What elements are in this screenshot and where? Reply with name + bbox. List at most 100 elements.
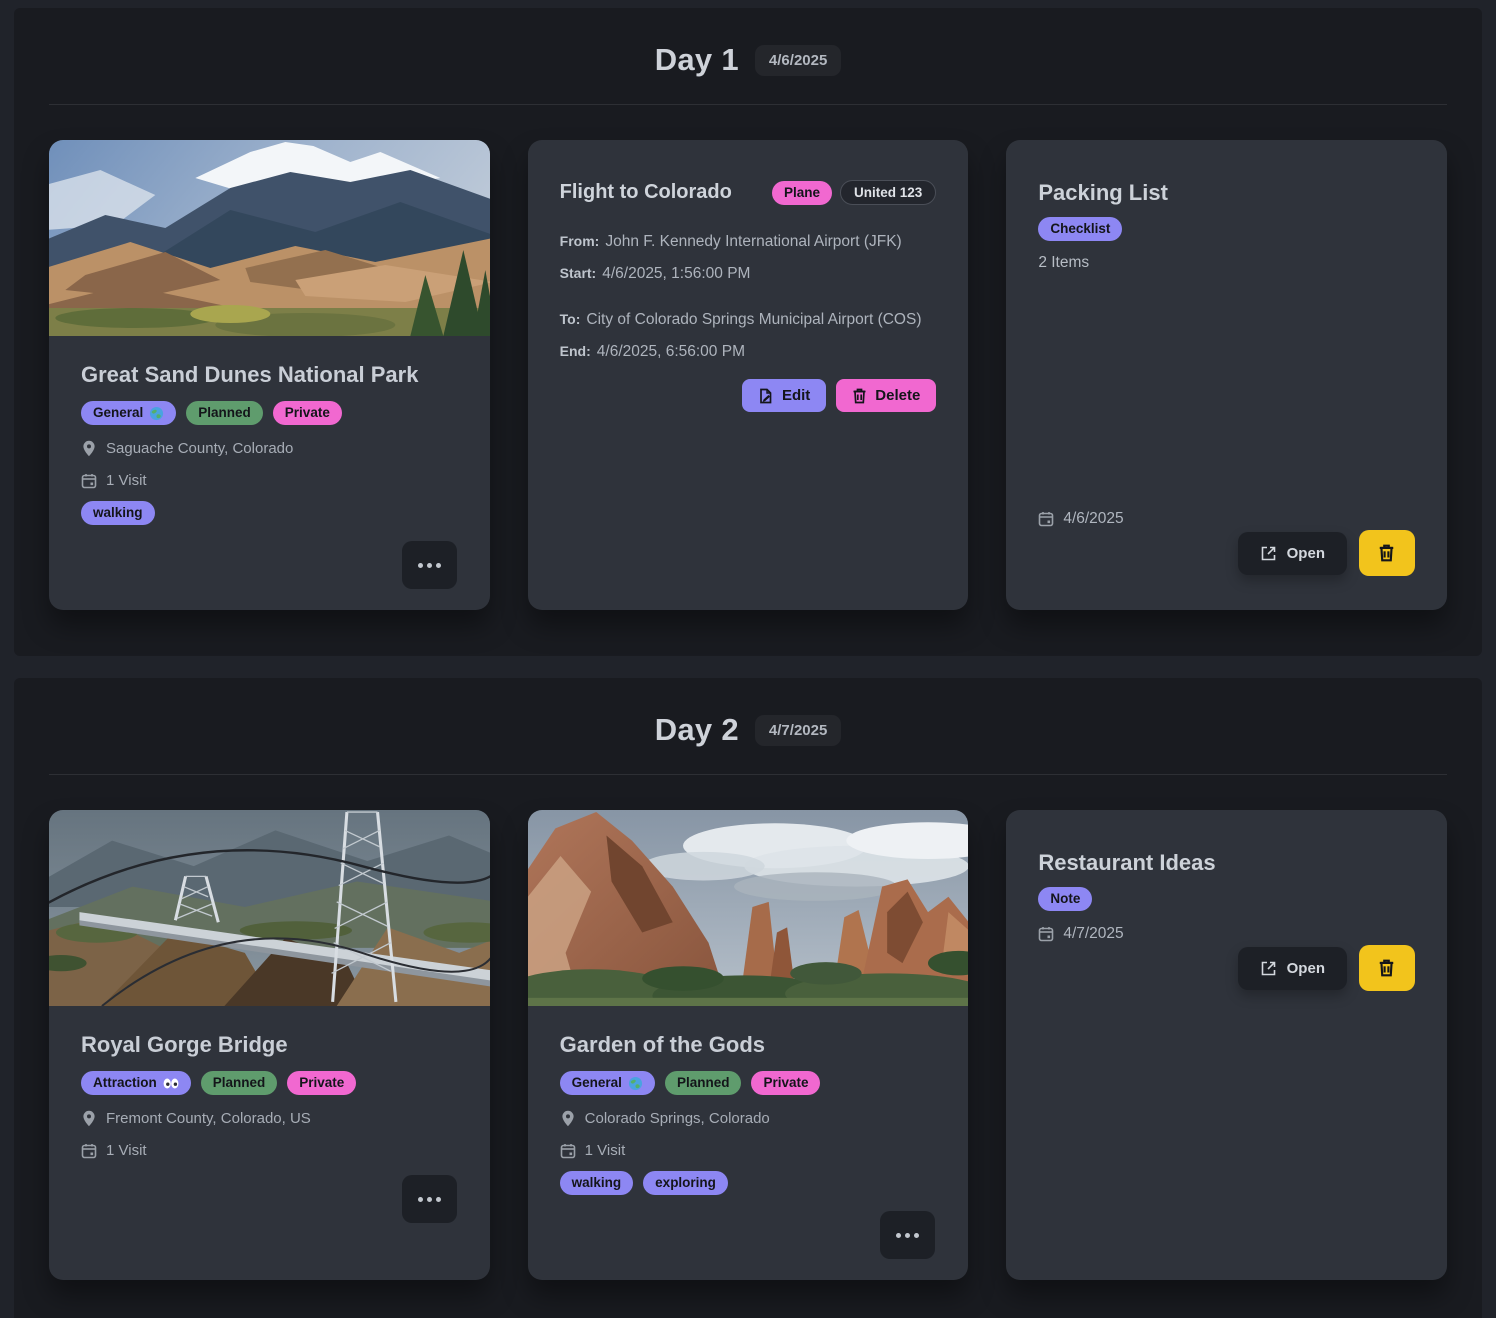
delete-button[interactable]: Delete xyxy=(836,379,936,412)
day-2-title: Day 2 xyxy=(655,712,739,748)
to-label: To: xyxy=(560,311,581,327)
card-body: Flight to Colorado Plane United 123 From… xyxy=(528,140,969,610)
to-line: To: City of Colorado Springs Municipal Ai… xyxy=(560,311,937,329)
status-tag: Planned xyxy=(186,401,263,425)
visits-text: 1 Visit xyxy=(106,472,147,489)
location-pin-icon xyxy=(81,1110,97,1127)
open-label: Open xyxy=(1287,960,1325,977)
visits-text: 1 Visit xyxy=(585,1142,626,1159)
location-text: Colorado Springs, Colorado xyxy=(585,1110,770,1127)
day-1-cards: Great Sand Dunes National Park General P… xyxy=(49,140,1447,610)
location-row: Fremont County, Colorado, US xyxy=(81,1110,458,1127)
card-body: Garden of the Gods General Planned Priva… xyxy=(528,1006,969,1280)
calendar-icon xyxy=(560,1143,576,1159)
visits-row: 1 Visit xyxy=(81,1142,458,1159)
category-label: General xyxy=(572,1075,622,1091)
flight-title: Flight to Colorado xyxy=(560,181,732,204)
delete-checklist-button[interactable] xyxy=(1359,530,1415,576)
trash-icon xyxy=(1378,959,1395,977)
sand-dunes-photo xyxy=(49,140,490,336)
tag-row: Attraction Planned Private xyxy=(81,1071,458,1095)
location-pin-icon xyxy=(81,440,97,457)
place-card-garden-of-the-gods: Garden of the Gods General Planned Priva… xyxy=(528,810,969,1280)
day-2-divider xyxy=(49,774,1447,775)
start-label: Start: xyxy=(560,265,597,281)
visibility-tag: Private xyxy=(751,1071,820,1095)
day-1-header: Day 1 4/6/2025 xyxy=(49,34,1447,78)
card-body: Packing List Checklist 2 Items 4/6/2025 … xyxy=(1006,140,1447,610)
status-tag: Planned xyxy=(201,1071,278,1095)
eyes-icon xyxy=(163,1078,179,1089)
place-title: Royal Gorge Bridge xyxy=(81,1032,458,1058)
edit-button[interactable]: Edit xyxy=(742,379,826,412)
open-button[interactable]: Open xyxy=(1238,947,1347,990)
visits-row: 1 Visit xyxy=(560,1142,937,1159)
activity-tag: walking xyxy=(81,501,155,525)
open-label: Open xyxy=(1287,545,1325,562)
status-tag: Planned xyxy=(665,1071,742,1095)
kind-row: Checklist xyxy=(1038,217,1415,241)
delete-note-button[interactable] xyxy=(1359,945,1415,991)
to-value: City of Colorado Springs Municipal Airpo… xyxy=(586,311,921,328)
calendar-icon xyxy=(81,1143,97,1159)
flight-actions: Edit Delete xyxy=(560,379,937,412)
delete-label: Delete xyxy=(875,387,920,404)
visibility-tag: Private xyxy=(287,1071,356,1095)
flight-card: Flight to Colorado Plane United 123 From… xyxy=(528,140,969,610)
location-pin-icon xyxy=(560,1110,576,1127)
checklist-card-packing-list: Packing List Checklist 2 Items 4/6/2025 … xyxy=(1006,140,1447,610)
edit-label: Edit xyxy=(782,387,810,404)
location-row: Saguache County, Colorado xyxy=(81,440,458,457)
category-tag: General xyxy=(81,401,176,425)
activity-row: walking exploring xyxy=(560,1171,937,1195)
tag-row: General Planned Private xyxy=(81,401,458,425)
external-link-icon xyxy=(1260,545,1277,562)
trash-icon xyxy=(1378,544,1395,562)
ellipsis-icon xyxy=(418,1197,441,1202)
location-row: Colorado Springs, Colorado xyxy=(560,1110,937,1127)
checklist-actions: Open xyxy=(1038,530,1415,576)
day-2-section: Day 2 4/7/2025 xyxy=(14,678,1482,1318)
day-2-cards: Royal Gorge Bridge Attraction Planned Pr… xyxy=(49,810,1447,1280)
category-tag: General xyxy=(560,1071,655,1095)
edit-icon xyxy=(758,388,774,404)
calendar-icon xyxy=(1038,511,1054,527)
ellipsis-icon xyxy=(896,1233,919,1238)
items-count: 2 Items xyxy=(1038,254,1415,272)
flight-number-badge: United 123 xyxy=(840,180,936,205)
departure-block: From:John F. Kennedy International Airpo… xyxy=(560,233,937,283)
transport-mode-tag: Plane xyxy=(772,181,832,205)
kind-tag: Checklist xyxy=(1038,217,1122,241)
calendar-icon xyxy=(81,473,97,489)
open-button[interactable]: Open xyxy=(1238,532,1347,575)
more-options-button[interactable] xyxy=(402,541,457,589)
globe-icon xyxy=(149,406,164,421)
more-options-button[interactable] xyxy=(880,1211,935,1259)
place-title: Garden of the Gods xyxy=(560,1032,937,1058)
flight-badges: Plane United 123 xyxy=(772,180,936,205)
place-title: Great Sand Dunes National Park xyxy=(81,362,458,388)
card-body: Great Sand Dunes National Park General P… xyxy=(49,336,490,610)
end-label: End: xyxy=(560,343,591,359)
garden-of-the-gods-photo xyxy=(528,810,969,1006)
start-line: Start:4/6/2025, 1:56:00 PM xyxy=(560,265,937,283)
globe-icon xyxy=(628,1076,643,1091)
date-row: 4/6/2025 xyxy=(1038,510,1415,528)
arrival-block: To: City of Colorado Springs Municipal Ai… xyxy=(560,311,937,361)
note-title: Restaurant Ideas xyxy=(1038,850,1415,876)
flight-header: Flight to Colorado Plane United 123 xyxy=(560,180,937,205)
end-value: 4/6/2025, 6:56:00 PM xyxy=(597,343,745,360)
more-options-button[interactable] xyxy=(402,1175,457,1223)
day-1-title: Day 1 xyxy=(655,42,739,78)
trash-icon xyxy=(852,388,867,404)
location-text: Saguache County, Colorado xyxy=(106,440,293,457)
date-text: 4/7/2025 xyxy=(1063,925,1123,943)
category-tag: Attraction xyxy=(81,1071,191,1095)
tag-row: General Planned Private xyxy=(560,1071,937,1095)
external-link-icon xyxy=(1260,960,1277,977)
location-text: Fremont County, Colorado, US xyxy=(106,1110,311,1127)
ellipsis-icon xyxy=(418,563,441,568)
activity-row: walking xyxy=(81,501,458,525)
activity-tag: walking xyxy=(560,1171,634,1195)
kind-row: Note xyxy=(1038,887,1415,911)
